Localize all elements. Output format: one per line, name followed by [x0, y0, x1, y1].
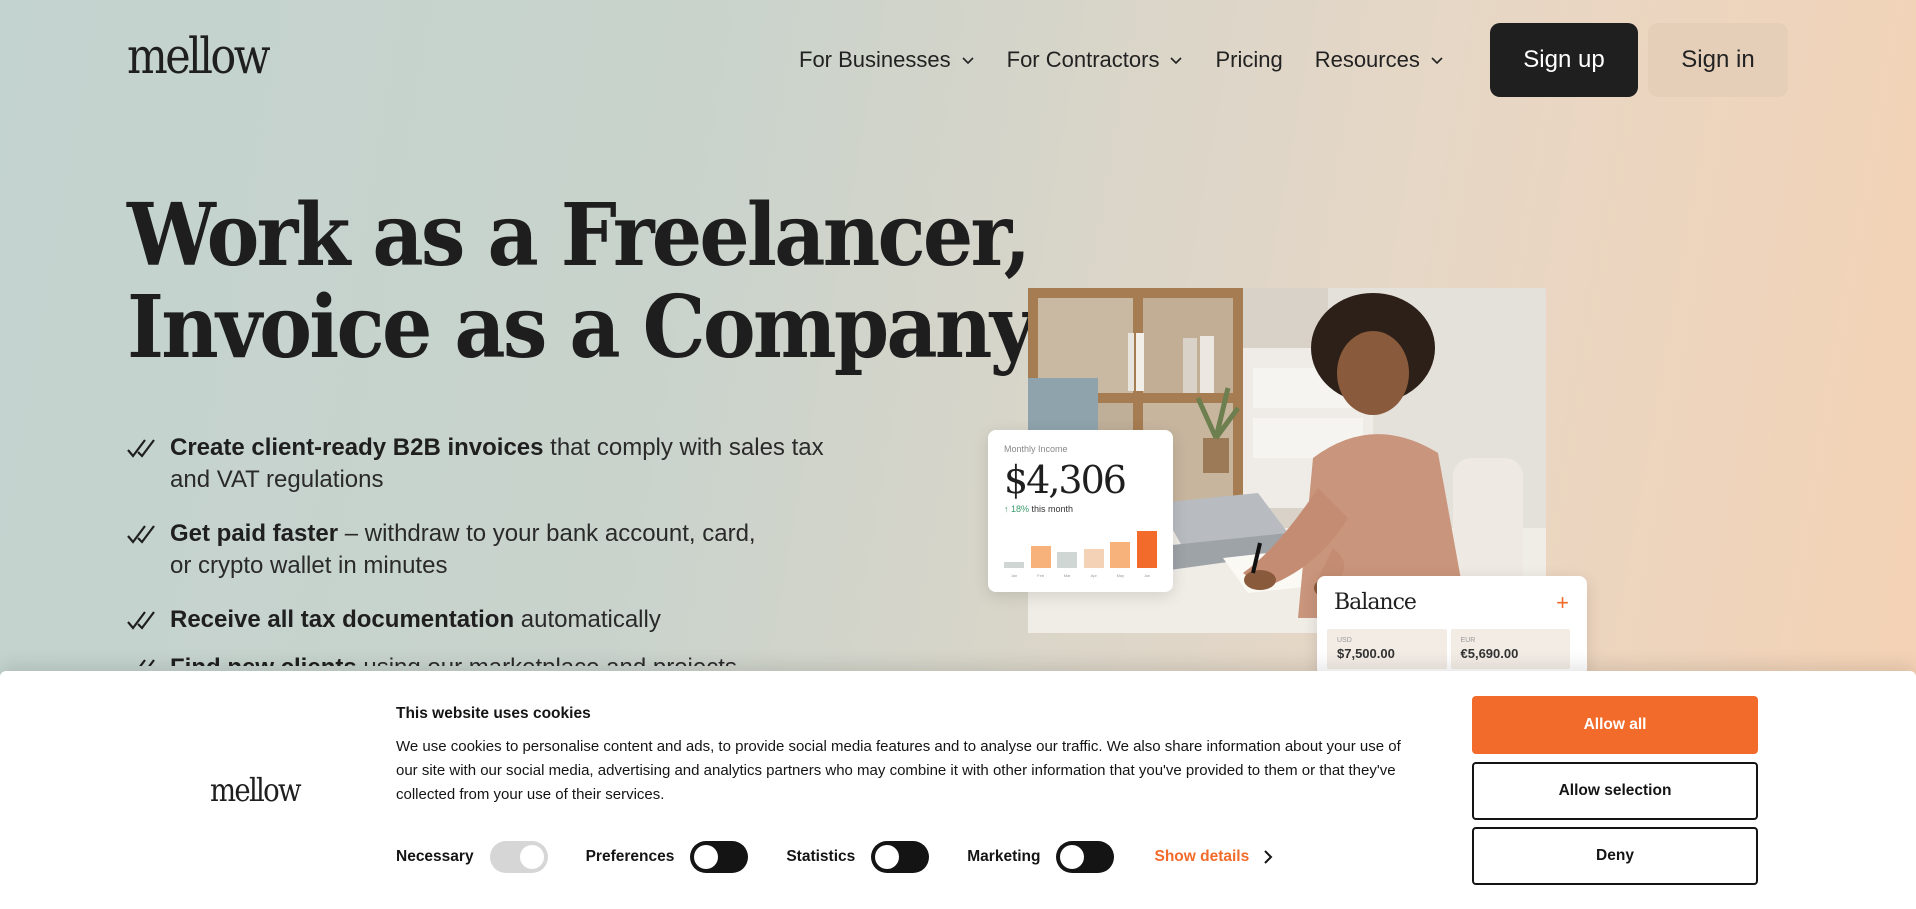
balance-tile-eur: EUR €5,690.00 [1450, 629, 1570, 669]
balance-value: $7,500.00 [1337, 646, 1395, 661]
income-bar [1110, 542, 1131, 568]
income-bar-chart [1004, 522, 1157, 568]
nav-pricing[interactable]: Pricing [1215, 47, 1282, 73]
consent-label: Preferences [585, 848, 675, 865]
chevron-down-icon [962, 57, 974, 65]
feature-list: Create client-ready B2B invoices that co… [127, 432, 867, 688]
balance-tiles: USD $7,500.00 EUR €5,690.00 [1327, 629, 1570, 669]
statistics-toggle[interactable] [871, 841, 930, 873]
consent-label: Statistics [786, 848, 856, 865]
income-bar [1057, 552, 1078, 568]
double-check-icon [127, 525, 155, 544]
marketing-toggle[interactable] [1056, 841, 1115, 873]
consent-label: Necessary [396, 848, 474, 865]
feature-bold: Get paid faster [170, 520, 339, 547]
chevron-right-icon [1264, 850, 1273, 864]
cookie-title: This website uses cookies [396, 705, 591, 722]
chevron-down-icon [1431, 57, 1443, 65]
balance-tile-usd: USD $7,500.00 [1327, 629, 1447, 669]
feature-bold: Create client-ready B2B invoices [170, 434, 544, 461]
feature-text: automatically [514, 606, 661, 633]
income-month-label: Mar [1063, 573, 1071, 578]
income-month-label: Apr [1090, 573, 1097, 578]
consent-marketing: Marketing [967, 841, 1115, 873]
income-bar [1083, 549, 1104, 568]
income-bar [1136, 531, 1157, 568]
income-label: Monthly Income [1004, 444, 1068, 454]
balance-currency: USD [1337, 637, 1352, 644]
feature-item: Find new clients using our marketplace a… [127, 652, 867, 666]
show-details-link[interactable]: Show details [1154, 848, 1273, 866]
feature-item: Get paid faster – withdraw to your bank … [127, 518, 867, 582]
double-check-icon [127, 611, 155, 630]
deny-button[interactable]: Deny [1472, 827, 1758, 885]
nav-for-businesses-label: For Businesses [799, 47, 951, 72]
feature-item: Receive all tax documentation automatica… [127, 604, 867, 636]
sign-in-button[interactable]: Sign in [1648, 23, 1788, 97]
income-bar [1030, 546, 1051, 568]
income-month-labels: Jan Feb Mar Apr May Jun [1004, 573, 1157, 578]
income-month-label: Jun [1143, 573, 1151, 578]
consent-label: Marketing [967, 848, 1041, 865]
balance-currency: EUR [1460, 637, 1476, 644]
nav-resources-label: Resources [1314, 47, 1420, 72]
chevron-down-icon [1170, 57, 1183, 65]
feature-bold: Receive all tax documentation [170, 606, 515, 633]
arrow-up-icon: ↑ [1004, 504, 1009, 514]
hero-title: Work as a Freelancer, Invoice as a Compa… [127, 185, 1036, 378]
consent-necessary: Necessary [396, 841, 548, 873]
income-month-label: Feb [1037, 573, 1045, 578]
consent-preferences: Preferences [586, 841, 749, 873]
income-month-label: Jan [1010, 573, 1018, 578]
feature-text-line-2: or crypto wallet in minutes [170, 552, 448, 579]
income-delta-text: this month [1029, 504, 1074, 514]
consent-statistics: Statistics [786, 841, 930, 873]
income-delta: ↑ 18% this month [1004, 504, 1157, 514]
preferences-toggle[interactable] [690, 841, 749, 873]
allow-selection-button[interactable]: Allow selection [1472, 762, 1758, 820]
plus-icon[interactable]: + [1556, 590, 1569, 616]
nav-for-contractors[interactable]: For Contractors [1007, 47, 1184, 73]
feature-text: – withdraw to your bank account, card, [338, 520, 756, 547]
necessary-toggle [489, 841, 548, 873]
hero-title-line-2: Invoice as a Company [127, 277, 1036, 378]
balance-title: Balance [1334, 590, 1417, 615]
feature-item: Create client-ready B2B invoices that co… [127, 432, 867, 496]
nav-for-contractors-label: For Contractors [1006, 47, 1160, 72]
double-check-icon [127, 439, 155, 458]
balance-card: Balance + USD $7,500.00 EUR €5,690.00 [1317, 576, 1587, 676]
income-amount: $4,306 [1004, 458, 1127, 502]
mellow-logo[interactable]: mellow [127, 30, 271, 82]
cookie-banner: mellow This website uses cookies We use … [0, 671, 1916, 909]
double-check-icon [139, 659, 155, 666]
hero-title-line-1: Work as a Freelancer, [127, 185, 1031, 286]
income-month-label: May [1116, 573, 1125, 578]
feature-text-line-2: and VAT regulations [170, 466, 384, 493]
balance-value: €5,690.00 [1460, 646, 1519, 661]
nav-resources[interactable]: Resources [1315, 47, 1444, 73]
main-nav: For Businesses For Contractors Pricing R… [799, 43, 1476, 77]
feature-bold: Find new clients [170, 654, 357, 666]
consent-toggles: Necessary Preferences Statistics Marketi… [396, 841, 1273, 873]
income-delta-pct: 18% [1011, 504, 1030, 514]
nav-for-businesses[interactable]: For Businesses [799, 47, 975, 73]
cookie-banner-logo: mellow [210, 771, 302, 809]
cookie-description: We use cookies to personalise content an… [396, 738, 1401, 803]
nav-pricing-label: Pricing [1215, 47, 1283, 72]
show-details-label: Show details [1154, 848, 1250, 865]
sign-up-button[interactable]: Sign up [1490, 23, 1638, 97]
allow-all-button[interactable]: Allow all [1472, 696, 1758, 754]
feature-text: using our marketplace and projects [357, 654, 737, 666]
income-bar [1004, 562, 1024, 568]
monthly-income-card: Monthly Income $4,306 ↑ 18% this month J… [988, 430, 1173, 592]
feature-text: that comply with sales tax [543, 434, 824, 461]
